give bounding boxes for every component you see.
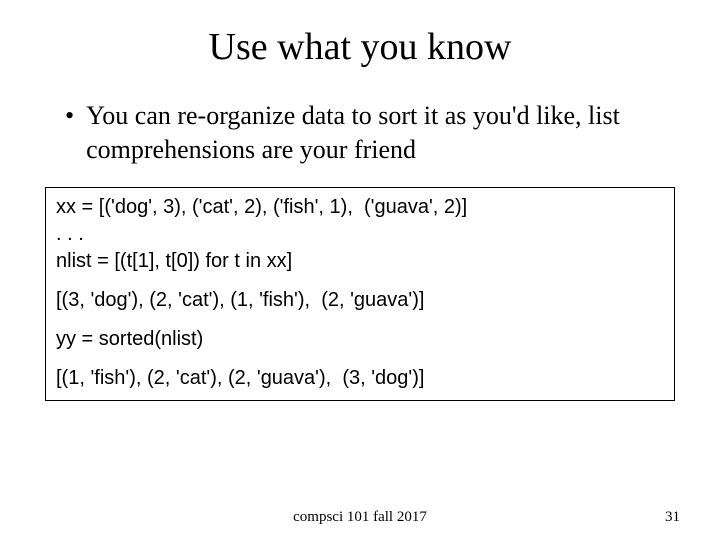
- spacer: [56, 314, 664, 326]
- spacer: [56, 353, 664, 365]
- bullet-item: • You can re-organize data to sort it as…: [65, 99, 680, 167]
- bullet-list: • You can re-organize data to sort it as…: [40, 99, 680, 167]
- code-line-5: yy = sorted(nlist): [56, 326, 664, 353]
- footer-center: compsci 101 fall 2017: [0, 509, 720, 526]
- code-line-6: [(1, 'fish'), (2, 'cat'), (2, 'guava'), …: [56, 365, 664, 392]
- bullet-text: You can re-organize data to sort it as y…: [86, 99, 680, 167]
- slide-container: Use what you know • You can re-organize …: [0, 0, 720, 540]
- code-line-3: nlist = [(t[1], t[0]) for t in xx]: [56, 248, 664, 275]
- page-title: Use what you know: [40, 25, 680, 69]
- code-line-2: . . .: [56, 221, 664, 248]
- code-line-1: xx = [('dog', 3), ('cat', 2), ('fish', 1…: [56, 194, 664, 221]
- code-line-4: [(3, 'dog'), (2, 'cat'), (1, 'fish'), (2…: [56, 287, 664, 314]
- page-number: 31: [665, 509, 680, 526]
- bullet-marker: •: [65, 99, 74, 133]
- spacer: [56, 275, 664, 287]
- code-box: xx = [('dog', 3), ('cat', 2), ('fish', 1…: [45, 187, 675, 401]
